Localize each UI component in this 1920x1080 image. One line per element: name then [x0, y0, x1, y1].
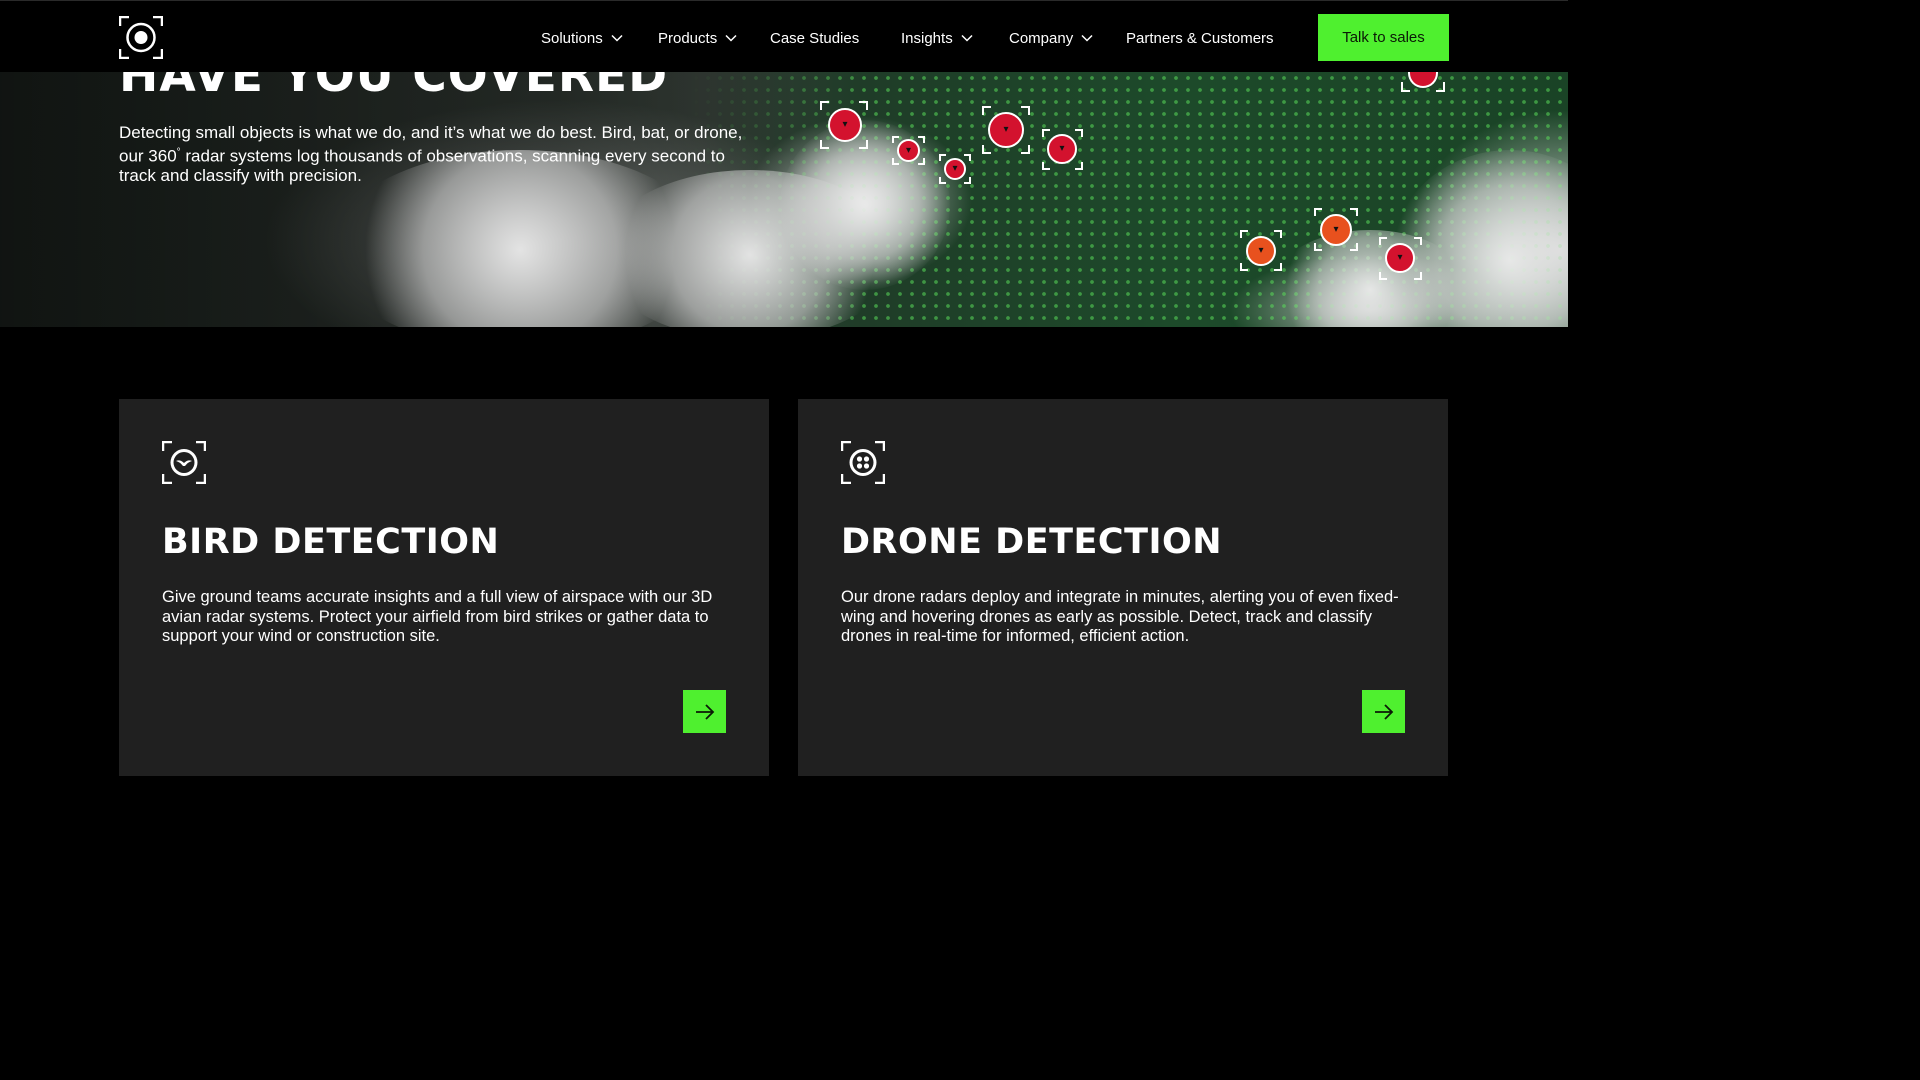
card-title: DRONE DETECTION — [841, 522, 1223, 562]
chevron-down-icon — [1081, 34, 1093, 42]
nav-partners-customers-label: Partners & Customers — [1126, 29, 1274, 47]
nav-insights-label: Insights — [901, 29, 953, 47]
nav-products-label: Products — [658, 29, 718, 47]
bird-detection-card[interactable]: BIRD DETECTION Give ground teams accurat… — [119, 399, 769, 776]
nav-solutions-label: Solutions — [541, 29, 603, 47]
bird-detection-arrow-button[interactable] — [683, 690, 726, 733]
nav-solutions[interactable]: Solutions — [541, 27, 623, 49]
arrow-right-icon — [1374, 703, 1393, 720]
nav-insights[interactable]: Insights — [901, 27, 973, 49]
chevron-down-icon — [611, 34, 623, 42]
drone-detection-arrow-button[interactable] — [1362, 690, 1405, 733]
card-description: Our drone radars deploy and integrate in… — [841, 588, 1399, 645]
drone-detection-card[interactable]: DRONE DETECTION Our drone radars deploy … — [798, 399, 1448, 776]
bird-target-icon — [162, 441, 206, 484]
arrow-right-icon — [695, 703, 714, 720]
chevron-down-icon — [725, 34, 737, 42]
page: HAVE YOU COVERED Detecting small objects… — [0, 0, 1568, 882]
card-description: Give ground teams accurate insights and … — [162, 588, 713, 645]
nav-company[interactable]: Company — [1009, 27, 1093, 49]
nav-case-studies-label: Case Studies — [770, 29, 860, 47]
chevron-down-icon — [961, 34, 973, 42]
nav-partners-customers[interactable]: Partners & Customers — [1126, 27, 1274, 49]
drone-target-icon — [841, 441, 885, 484]
nav-case-studies[interactable]: Case Studies — [770, 27, 859, 49]
nav-company-label: Company — [1009, 29, 1074, 47]
nav-products[interactable]: Products — [658, 27, 737, 49]
talk-to-sales-button[interactable]: Talk to sales — [1318, 14, 1449, 61]
card-title: BIRD DETECTION — [162, 522, 500, 562]
top-navigation: Solutions Products Case Studies Insights… — [0, 0, 1568, 72]
radar-logo-icon[interactable] — [119, 16, 163, 59]
